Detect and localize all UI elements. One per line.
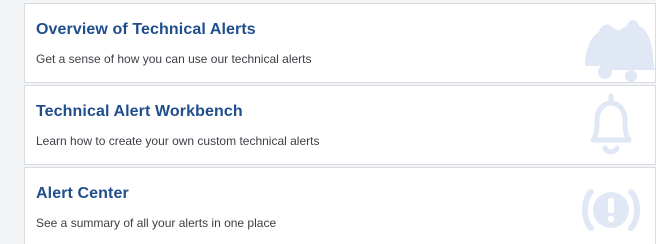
card-list: Overview of Technical Alerts Get a sense… [24, 3, 656, 244]
card-description: Get a sense of how you can use our techn… [36, 52, 312, 66]
card-title: Alert Center [36, 185, 129, 202]
card-overview-technical-alerts[interactable]: Overview of Technical Alerts Get a sense… [24, 3, 656, 83]
card-title: Technical Alert Workbench [36, 103, 243, 120]
card-description: Learn how to create your own custom tech… [36, 134, 320, 148]
exclamation-circle-icon [565, 172, 655, 244]
card-description: See a summary of all your alerts in one … [36, 216, 277, 230]
bells-icon [565, 8, 655, 82]
bell-outline-icon [565, 90, 655, 164]
card-title: Overview of Technical Alerts [36, 21, 256, 38]
page: Overview of Technical Alerts Get a sense… [0, 0, 656, 244]
card-alert-center[interactable]: Alert Center See a summary of all your a… [24, 167, 656, 244]
card-technical-alert-workbench[interactable]: Technical Alert Workbench Learn how to c… [24, 85, 656, 165]
